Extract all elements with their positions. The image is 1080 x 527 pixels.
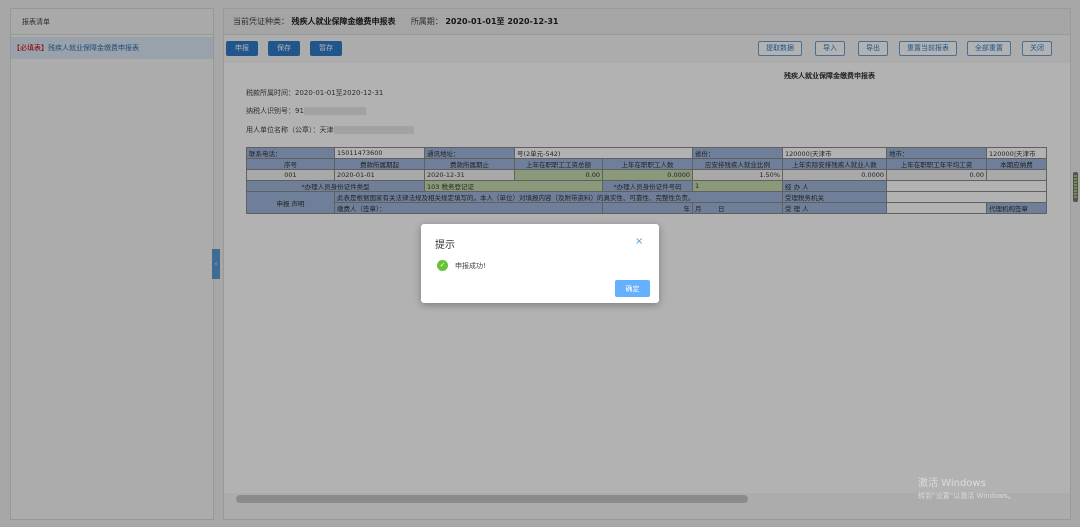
watermark-line2: 转到“设置”以激活 Windows。 [918,492,1015,500]
dialog-message: 申报成功! [455,262,486,270]
dialog-title: 提示 [435,240,455,251]
ok-button[interactable]: 确定 [615,280,650,297]
windows-activation-watermark: 激活 Windows 转到“设置”以激活 Windows。 [918,474,1015,501]
page: 报表清单 【必填表】残疾人就业保障金缴费申报表 ‹ 当前凭证种类： 残疾人就业保… [0,0,1080,527]
success-dialog: 提示 × ✓ 申报成功! 确定 [421,224,659,303]
check-circle-icon: ✓ [437,260,448,271]
watermark-line1: 激活 Windows [918,478,986,489]
close-icon[interactable]: × [635,236,643,247]
